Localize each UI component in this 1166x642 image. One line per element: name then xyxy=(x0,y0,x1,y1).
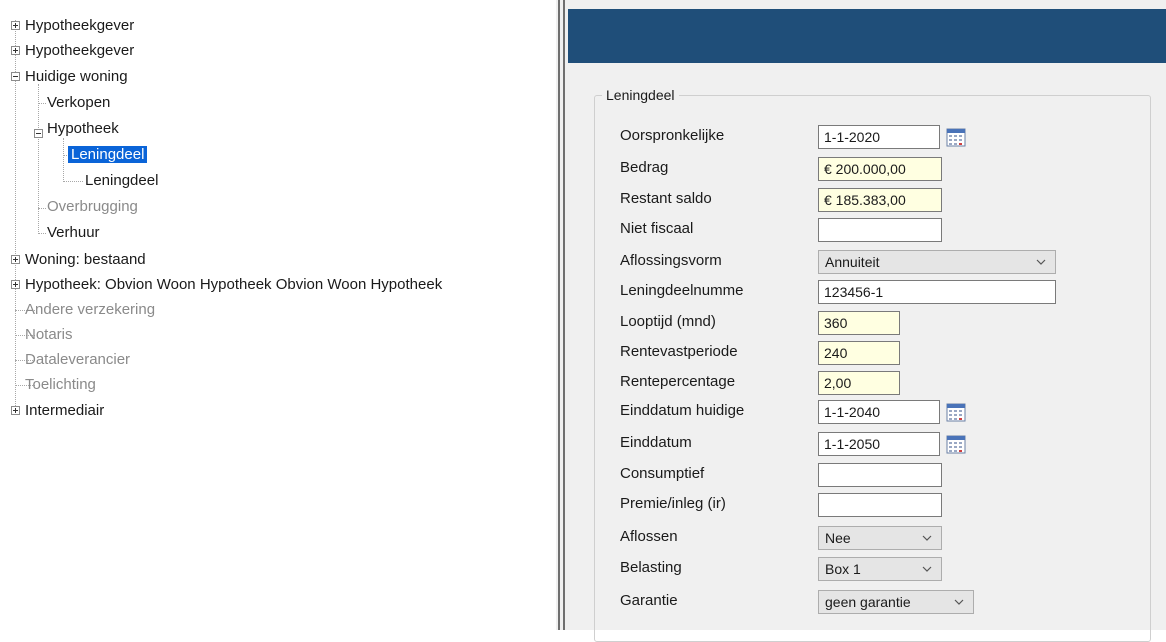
expand-icon[interactable] xyxy=(11,46,20,55)
field-label: Oorspronkelijke xyxy=(620,127,725,144)
expand-icon[interactable] xyxy=(11,255,20,264)
tree-item-label: Woning: bestaand xyxy=(25,251,146,268)
consumptief-input[interactable] xyxy=(818,463,942,487)
tree-item-andere-verzekering[interactable]: Andere verzekering xyxy=(22,299,158,321)
tree-item-hypotheekgever[interactable]: Hypotheekgever xyxy=(22,15,137,37)
tree-connector xyxy=(63,138,64,182)
belasting-select[interactable]: Box 1 xyxy=(818,557,942,581)
einddatum-date-input[interactable]: 1-1-2050 xyxy=(818,432,940,456)
calendar-icon[interactable] xyxy=(946,434,966,454)
field-label: Aflossingsvorm xyxy=(620,252,722,269)
calendar-icon[interactable] xyxy=(946,402,966,422)
collapse-icon[interactable] xyxy=(11,72,20,81)
tree-item-leningdeel[interactable]: Leningdeel xyxy=(82,170,161,192)
field-label: Rentepercentage xyxy=(620,373,736,390)
chevron-down-icon xyxy=(1036,259,1046,265)
chevron-down-icon xyxy=(954,599,964,605)
detail-header-bar xyxy=(568,9,1166,63)
tree-connector xyxy=(38,84,39,234)
select-value: geen garantie xyxy=(825,594,911,610)
splitter-line xyxy=(563,0,565,630)
tree-item-label: Huidige woning xyxy=(25,68,128,85)
collapse-icon[interactable] xyxy=(34,129,43,138)
expand-icon[interactable] xyxy=(11,406,20,415)
field-label: Consumptief xyxy=(620,465,705,482)
field-label: Premie/inleg (ir) xyxy=(620,495,726,512)
detail-panel: Leningdeel Oorspronkelijke 1-1-2020 Bedr… xyxy=(568,0,1166,642)
tree-item-notaris[interactable]: Notaris xyxy=(22,324,76,346)
field-label: Bedrag xyxy=(620,159,669,176)
panel-splitter[interactable] xyxy=(556,0,568,630)
tree-connector xyxy=(63,181,83,182)
tree-item-label: Dataleverancier xyxy=(25,351,131,368)
field-label: Restant saldo xyxy=(620,190,712,207)
tree-item-label: Leningdeel xyxy=(68,146,148,163)
tree-item-label: Overbrugging xyxy=(47,198,138,215)
tree-item-overbrugging[interactable]: Overbrugging xyxy=(44,196,141,218)
tree-item-verkopen[interactable]: Verkopen xyxy=(44,92,113,114)
rentepercentage-input[interactable]: 2,00 xyxy=(818,371,900,395)
select-value: Annuiteit xyxy=(825,254,880,270)
tree-item-label: Hypotheekgever xyxy=(25,42,135,59)
aflossen-select[interactable]: Nee xyxy=(818,526,942,550)
tree-item-hypotheekgever-2[interactable]: Hypotheekgever xyxy=(22,40,137,62)
navigation-tree: Hypotheekgever Hypotheekgever Huidige wo… xyxy=(0,0,556,630)
field-label: Garantie xyxy=(620,592,678,609)
tree-item-label: Toelichting xyxy=(25,376,96,393)
tree-item-hypotheek[interactable]: Hypotheek xyxy=(44,118,122,140)
tree-item-dataleverancier[interactable]: Dataleverancier xyxy=(22,349,133,371)
tree-item-intermediair[interactable]: Intermediair xyxy=(22,400,107,422)
tree-item-huidige-woning[interactable]: Huidige woning xyxy=(22,66,131,88)
field-label: Aflossen xyxy=(620,528,678,545)
bedrag-input[interactable]: € 200.000,00 xyxy=(818,157,942,181)
leningdeelnummer-input[interactable]: 123456-1 xyxy=(818,280,1056,304)
calendar-icon[interactable] xyxy=(946,127,966,147)
niet-fiscaal-input[interactable] xyxy=(818,218,942,242)
expand-icon[interactable] xyxy=(11,21,20,30)
garantie-select[interactable]: geen garantie xyxy=(818,590,974,614)
tree-item-label: Hypotheek xyxy=(47,120,119,137)
tree-item-label: Verhuur xyxy=(47,224,100,241)
einddatum-huidige-date-input[interactable]: 1-1-2040 xyxy=(818,400,940,424)
field-label: Rentevastperiode xyxy=(620,343,738,360)
field-label: Belasting xyxy=(620,559,682,576)
field-label: Looptijd (mnd) xyxy=(620,313,716,330)
select-value: Nee xyxy=(825,530,851,546)
tree-item-leningdeel-selected[interactable]: Leningdeel xyxy=(68,144,148,166)
premie-inleg-input[interactable] xyxy=(818,493,942,517)
tree-item-label: Leningdeel xyxy=(85,172,159,189)
tree-item-label: Intermediair xyxy=(25,402,105,419)
chevron-down-icon xyxy=(922,535,932,541)
looptijd-input[interactable]: 360 xyxy=(818,311,900,335)
tree-connector xyxy=(15,20,16,260)
rentevastperiode-input[interactable]: 240 xyxy=(818,341,900,365)
field-label: Niet fiscaal xyxy=(620,220,694,237)
expand-icon[interactable] xyxy=(11,280,20,289)
tree-item-verhuur[interactable]: Verhuur xyxy=(44,222,103,244)
field-label: Einddatum huidige xyxy=(620,402,745,419)
groupbox-title: Leningdeel xyxy=(602,86,679,104)
tree-item-toelichting[interactable]: Toelichting xyxy=(22,374,99,396)
restant-saldo-input[interactable]: € 185.383,00 xyxy=(818,188,942,212)
tree-item-label: Verkopen xyxy=(47,94,111,111)
tree-item-label: Andere verzekering xyxy=(25,301,156,318)
tree-item-label: Notaris xyxy=(25,326,73,343)
tree-item-label: Hypotheekgever xyxy=(25,17,135,34)
field-label: Einddatum xyxy=(620,434,692,451)
tree-item-woning-bestaand[interactable]: Woning: bestaand xyxy=(22,249,149,271)
aflossingsvorm-select[interactable]: Annuiteit xyxy=(818,250,1056,274)
chevron-down-icon xyxy=(922,566,932,572)
oorspronkelijke-date-input[interactable]: 1-1-2020 xyxy=(818,125,940,149)
select-value: Box 1 xyxy=(825,561,861,577)
tree-item-label: Hypotheek: Obvion Woon Hypotheek Obvion … xyxy=(25,276,443,293)
splitter-line xyxy=(558,0,560,630)
field-label: Leningdeelnumme xyxy=(620,282,744,299)
tree-item-hypotheek-obvion[interactable]: Hypotheek: Obvion Woon Hypotheek Obvion … xyxy=(22,274,445,296)
